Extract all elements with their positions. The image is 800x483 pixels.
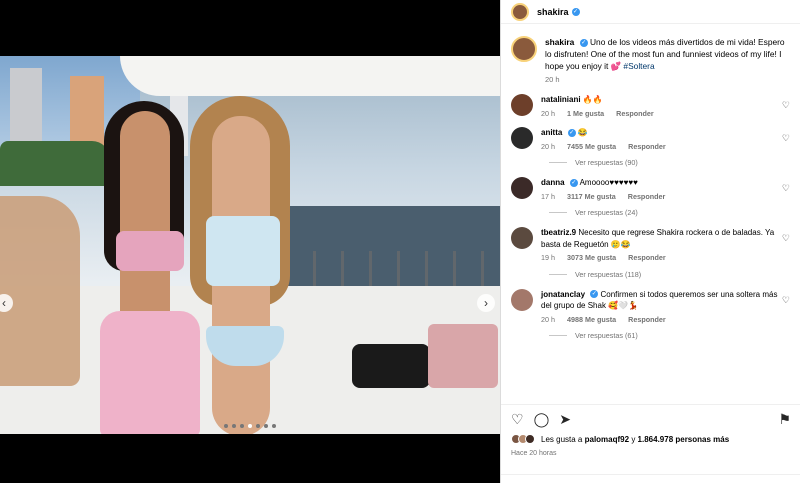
commenter-avatar[interactable] — [511, 94, 533, 116]
heart-icon[interactable]: ♡ — [782, 183, 790, 194]
comment-likes[interactable]: 3073 Me gusta — [567, 253, 616, 262]
heart-icon[interactable]: ♡ — [782, 133, 790, 144]
comment-likes[interactable]: 4988 Me gusta — [567, 315, 616, 324]
carousel-dot-active[interactable] — [248, 424, 252, 428]
likes-summary: Les gusta a palomaqf92 y 1.864.978 perso… — [511, 434, 791, 444]
comment-username[interactable]: tbeatriz.9 — [541, 228, 576, 237]
heart-icon[interactable]: ♡ — [782, 100, 790, 111]
reply-button[interactable]: Responder — [628, 192, 666, 201]
chevron-right-icon[interactable]: › — [477, 294, 495, 312]
comment-time: 19 h — [541, 253, 555, 262]
reply-button[interactable]: Responder — [628, 315, 666, 324]
comment-text: 😂 — [577, 128, 588, 137]
comment-time: 20 h — [541, 141, 555, 151]
commenter-avatar[interactable] — [511, 127, 533, 149]
post-actions: ♡ ◯ ➤ ⚑ Les gusta a palomaqf92 y 1.864.9… — [501, 404, 800, 457]
comment-item: nataliniani 🔥🔥 20 h 1 Me gusta Responder… — [511, 94, 790, 119]
post-caption: shakira ✓ Uno de los videos más divertid… — [501, 24, 800, 86]
reply-button[interactable]: Responder — [628, 253, 666, 262]
reply-button[interactable]: Responder — [616, 109, 654, 118]
verified-icon: ✓ — [590, 290, 599, 299]
commenter-avatar[interactable] — [511, 177, 533, 199]
view-replies-button[interactable]: Ver respuestas (61) — [549, 331, 790, 340]
comment-username[interactable]: danna — [541, 178, 565, 187]
carousel-dot[interactable] — [272, 424, 276, 428]
post-sidebar: shakira ✓ shakira ✓ Uno de los videos má… — [500, 0, 800, 483]
person-left — [92, 101, 202, 434]
bookmark-icon[interactable]: ⚑ — [778, 411, 791, 428]
comment-likes[interactable]: 7455 Me gusta — [567, 142, 616, 151]
comment-item: anitta ✓ 😂 20 h 7455 Me gusta Responder … — [511, 127, 790, 152]
post-header: shakira ✓ — [501, 0, 800, 24]
comment-item: jonatanclay ✓ Confirmen si todos queremo… — [511, 288, 790, 326]
comment-text: 🔥🔥 — [582, 95, 603, 104]
carousel-dot[interactable] — [264, 424, 268, 428]
comment-time: 17 h — [541, 191, 555, 201]
person-right — [190, 96, 300, 434]
carousel-dot[interactable] — [224, 424, 228, 428]
likes-user[interactable]: palomaqf92 — [585, 435, 629, 444]
posted-time: Hace 20 horas — [511, 450, 557, 457]
carousel-dot[interactable] — [240, 424, 244, 428]
comment-text: Amoooo♥♥♥♥♥♥ — [579, 178, 638, 187]
carousel-dot[interactable] — [232, 424, 236, 428]
commenter-avatar[interactable] — [511, 288, 533, 311]
verified-icon: ✓ — [579, 38, 588, 47]
caption-time: 20 h — [545, 75, 560, 84]
comment-item: danna ✓ Amoooo♥♥♥♥♥♥ 17 h 3117 Me gusta … — [511, 177, 790, 202]
heart-icon[interactable]: ♡ — [782, 233, 790, 244]
caption-avatar[interactable] — [511, 36, 537, 62]
verified-icon: ✓ — [567, 128, 576, 137]
comment-username[interactable]: jonatanclay — [541, 290, 585, 299]
view-replies-button[interactable]: Ver respuestas (118) — [549, 270, 790, 279]
view-replies-button[interactable]: Ver respuestas (90) — [549, 158, 790, 167]
caption-username[interactable]: shakira — [545, 37, 574, 47]
heart-icon[interactable]: ♡ — [511, 411, 524, 428]
heart-icon[interactable]: ♡ — [782, 295, 790, 306]
author-avatar[interactable] — [511, 2, 529, 21]
liker-avatars — [511, 434, 535, 444]
comment-icon[interactable]: ◯ — [534, 411, 550, 428]
view-replies-button[interactable]: Ver respuestas (24) — [549, 208, 790, 217]
comments-list: nataliniani 🔥🔥 20 h 1 Me gusta Responder… — [501, 86, 800, 340]
carousel-dots — [224, 424, 276, 428]
carousel-dot[interactable] — [256, 424, 260, 428]
caption-emoji: 💕 — [610, 61, 622, 71]
caption-hashtag[interactable]: #Soltera — [623, 61, 654, 71]
comment-likes[interactable]: 1 Me gusta — [567, 109, 604, 118]
verified-icon: ✓ — [569, 178, 578, 187]
media-pane: ‹ › — [0, 0, 500, 483]
likes-count[interactable]: 1.864.978 personas más — [638, 435, 730, 444]
comment-text: Necesito que regrese Shakira rockera o d… — [541, 228, 775, 249]
author-username[interactable]: shakira — [537, 7, 569, 17]
post-photo[interactable]: ‹ › — [0, 56, 500, 434]
likes-prefix: Les gusta a — [541, 434, 583, 444]
comment-time: 20 h — [541, 108, 555, 118]
likes-middle: y — [631, 434, 636, 444]
verified-icon: ✓ — [571, 7, 580, 16]
commenter-avatar[interactable] — [511, 227, 533, 249]
comment-likes[interactable]: 3117 Me gusta — [567, 192, 616, 201]
comment-item: tbeatriz.9 Necesito que regrese Shakira … — [511, 227, 790, 264]
comment-username[interactable]: nataliniani — [541, 95, 581, 104]
instagram-post-view: ‹ › shakira ✓ shakira ✓ Uno de los video… — [0, 0, 800, 483]
comment-username[interactable]: anitta — [541, 128, 562, 137]
comment-time: 20 h — [541, 314, 555, 324]
add-comment-bar[interactable] — [501, 474, 800, 483]
share-icon[interactable]: ➤ — [559, 411, 571, 428]
reply-button[interactable]: Responder — [628, 142, 666, 151]
